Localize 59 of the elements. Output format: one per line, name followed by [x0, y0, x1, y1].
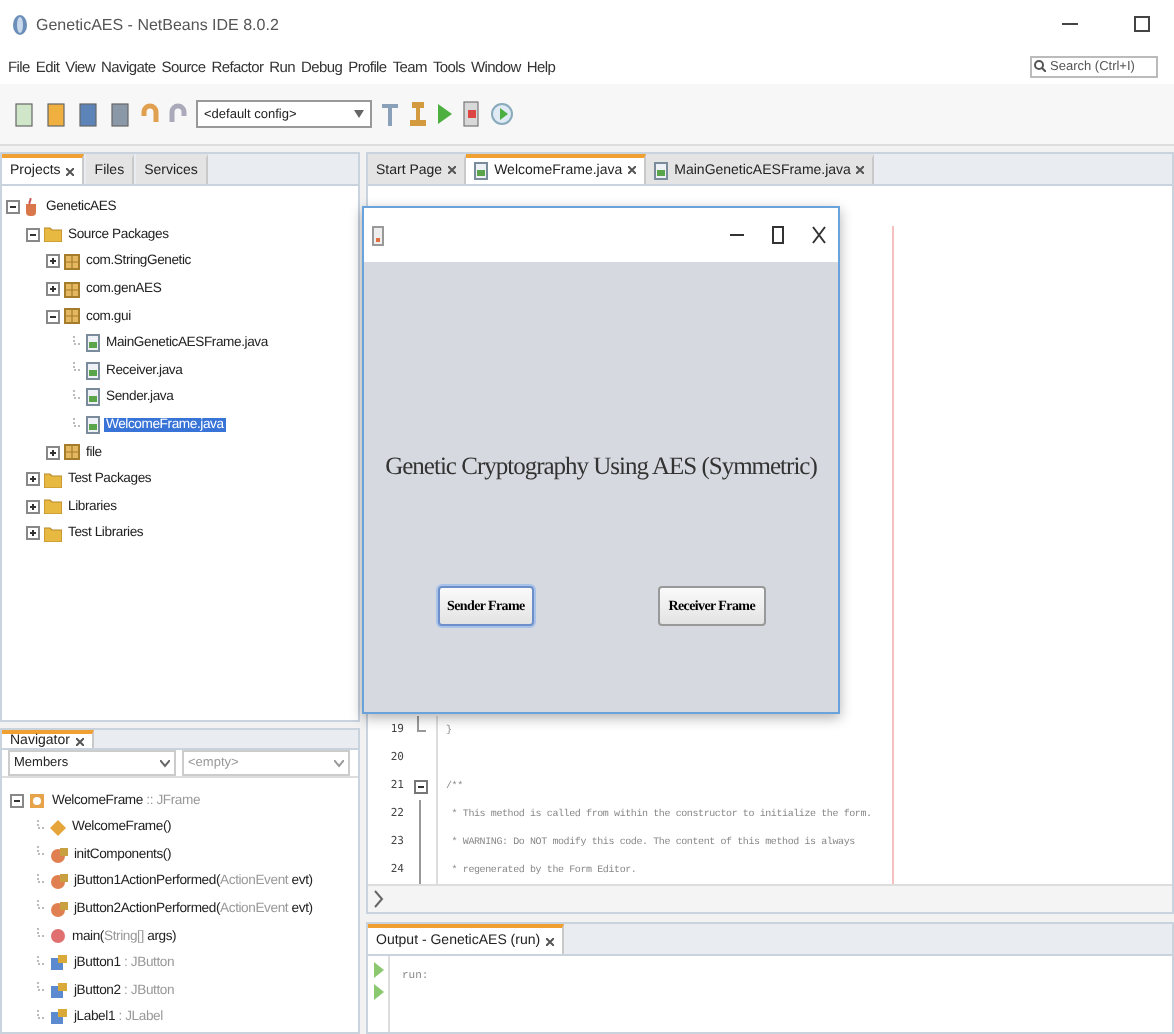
expand-icon[interactable]	[26, 499, 40, 514]
field-icon	[50, 954, 68, 973]
new-project-icon[interactable]	[44, 100, 68, 128]
close-icon[interactable]	[812, 226, 826, 244]
search-icon	[1034, 59, 1046, 71]
debug-icon[interactable]	[462, 100, 482, 128]
expand-icon[interactable]	[46, 445, 60, 460]
method-lock-icon	[50, 872, 68, 891]
package-icon	[64, 253, 80, 270]
fold-end-icon	[415, 716, 425, 732]
chevron-icon[interactable]	[374, 890, 384, 908]
file-icon	[474, 162, 489, 180]
file-icon	[86, 334, 100, 353]
minimize-icon[interactable]	[730, 232, 744, 238]
app-icon	[12, 13, 28, 35]
expand-icon[interactable]	[46, 282, 60, 297]
expand-icon[interactable]	[46, 254, 60, 269]
close-icon[interactable]	[448, 165, 457, 173]
collapse-icon[interactable]	[6, 200, 20, 215]
caret-icon	[354, 110, 364, 118]
profile-icon[interactable]	[490, 102, 514, 126]
collapse-icon[interactable]	[10, 793, 24, 808]
file-icon	[86, 361, 100, 380]
field-icon	[50, 981, 68, 1000]
window-title: GeneticAES - NetBeans IDE 8.0.2	[36, 15, 281, 33]
collapse-icon[interactable]	[26, 227, 40, 242]
circle-icon	[50, 928, 66, 945]
open-project-icon[interactable]	[76, 100, 100, 128]
method-lock-icon	[50, 899, 68, 918]
package-icon	[64, 308, 80, 325]
package-icon	[64, 444, 80, 461]
caret-icon	[160, 759, 170, 768]
fold-icon[interactable]	[413, 779, 427, 793]
save-icon[interactable]	[108, 100, 132, 128]
method-lock-icon	[50, 845, 68, 864]
package-icon	[64, 281, 80, 298]
close-icon[interactable]	[75, 737, 84, 746]
diamond-icon	[50, 819, 66, 836]
coffee-cup-icon	[24, 198, 40, 217]
expand-icon[interactable]	[26, 472, 40, 487]
file-icon	[654, 162, 669, 180]
java-icon	[372, 225, 384, 245]
close-icon[interactable]	[546, 937, 555, 945]
frame-heading: Genetic Cryptography Using AES (Symmetric)	[385, 452, 817, 482]
field-icon	[50, 1008, 68, 1027]
maximize-icon[interactable]	[1134, 16, 1150, 32]
new-file-icon[interactable]	[12, 100, 36, 128]
maximize-icon[interactable]	[772, 226, 784, 244]
run-icon[interactable]	[436, 102, 454, 126]
caret-icon	[334, 759, 344, 768]
file-icon	[86, 388, 100, 407]
close-icon[interactable]	[66, 167, 75, 175]
expand-icon[interactable]	[26, 526, 40, 541]
class-icon	[28, 791, 46, 810]
collapse-icon[interactable]	[46, 309, 60, 324]
file-icon	[86, 416, 100, 435]
close-icon[interactable]	[856, 165, 865, 173]
close-icon[interactable]	[628, 165, 637, 173]
folder-icon	[44, 226, 62, 243]
